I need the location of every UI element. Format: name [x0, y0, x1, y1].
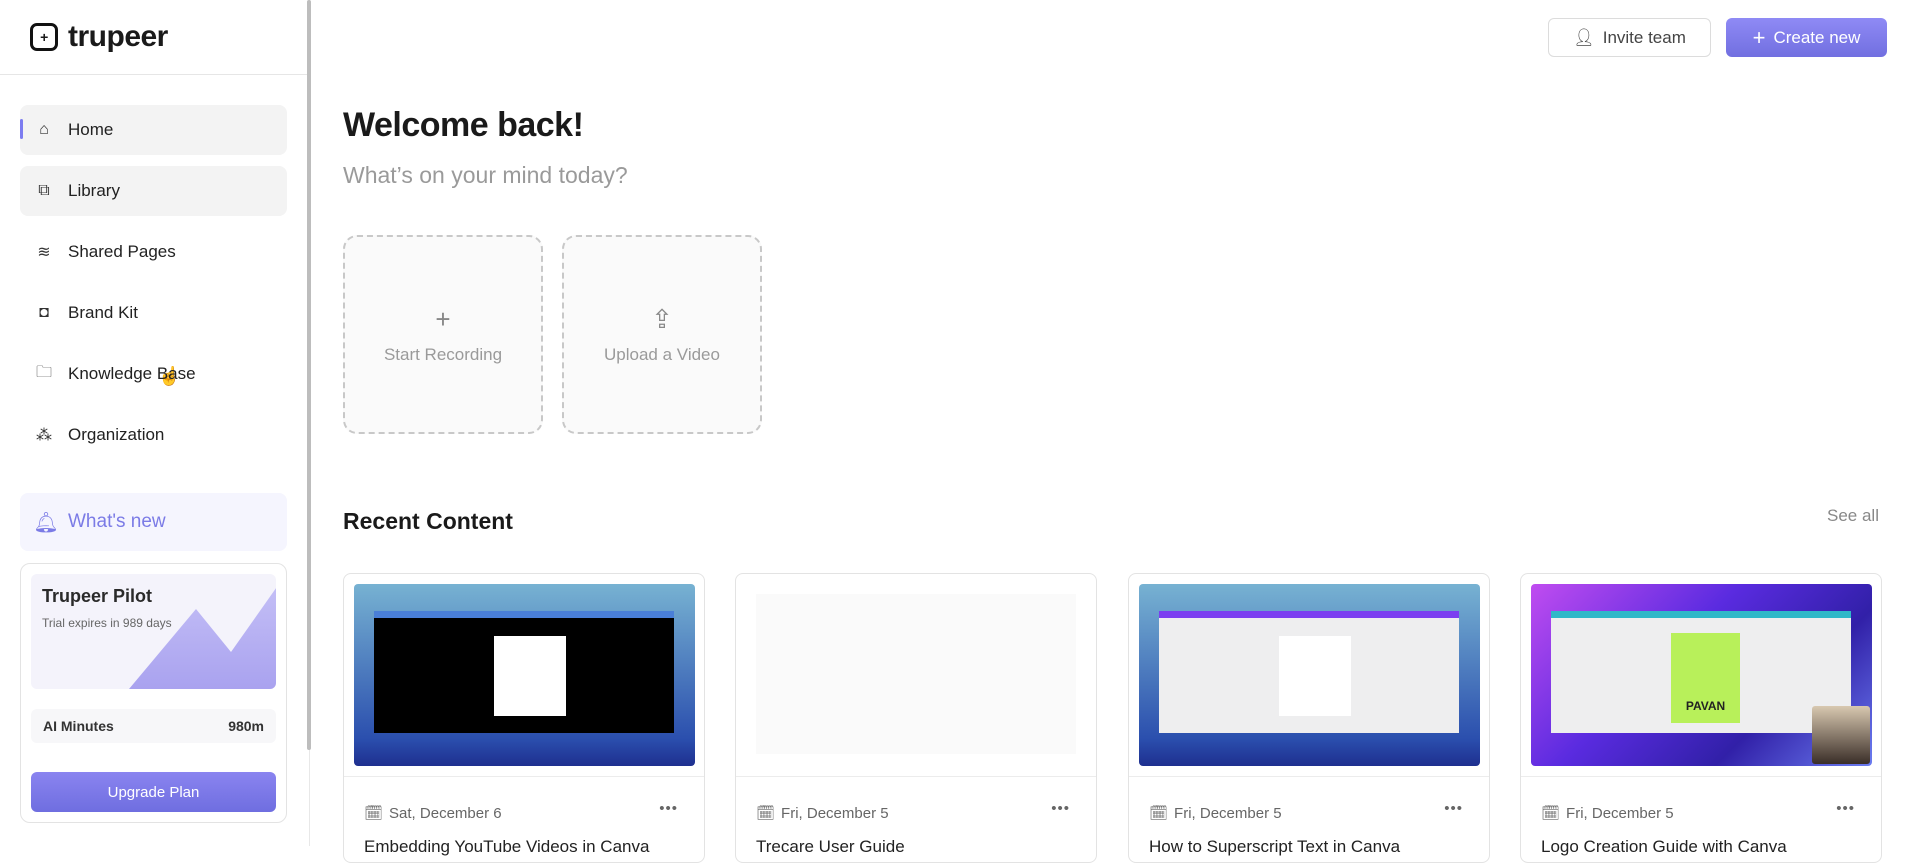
create-new-button[interactable]: + Create new [1726, 18, 1887, 57]
presenter-video [1812, 706, 1870, 764]
value: 980m [228, 718, 264, 734]
divider [736, 776, 1096, 777]
ai-minutes: AI Minutes 980m [31, 709, 276, 743]
more-options-button[interactable]: ••• [659, 800, 678, 817]
card-title[interactable]: How to Superscript Text in Canva [1149, 837, 1400, 857]
home-icon: ⌂ [39, 121, 49, 138]
divider [0, 74, 307, 75]
label: Organization [68, 425, 165, 444]
plan-subtitle: Trial expires in 989 days [42, 616, 172, 630]
label: Brand Kit [68, 303, 138, 322]
label: AI Minutes [43, 718, 114, 734]
card-title[interactable]: Trecare User Guide [756, 837, 905, 857]
bell-icon: 🔔︎ [33, 511, 59, 534]
invite-team-button[interactable]: 👤︎ Invite team [1548, 18, 1711, 57]
calendar-icon: 🗓︎ [756, 805, 776, 822]
plus-icon: + [435, 304, 451, 334]
upload-icon: ⇪ [651, 304, 673, 334]
video-thumbnail[interactable] [1139, 584, 1480, 766]
content-card[interactable]: 🗓︎ Fri, December 5 ••• How to Superscript… [1128, 573, 1490, 863]
sidebar-item-knowledge-base[interactable]: 🗀 Knowledge Base [20, 349, 287, 399]
logo-preview: PAVAN [1671, 633, 1740, 723]
start-recording-tile[interactable]: + Start Recording [343, 235, 543, 434]
canvas-page [1279, 636, 1351, 716]
see-all-link[interactable]: See all [1827, 506, 1879, 526]
plan-hero: Trupeer Pilot Trial expires in 989 days [31, 574, 276, 689]
whats-new-button[interactable]: 🔔︎ What's new [20, 493, 287, 551]
more-options-button[interactable]: ••• [1836, 800, 1855, 817]
date-text: Sat, December 6 [389, 804, 502, 822]
upgrade-plan-button[interactable]: Upgrade Plan [31, 772, 276, 812]
brand-icon: ◘ [39, 304, 49, 321]
divider [1129, 776, 1489, 777]
screen: PAVAN [1551, 611, 1851, 733]
date-text: Fri, December 5 [1566, 804, 1674, 822]
plan-title: Trupeer Pilot [42, 586, 153, 606]
card-title[interactable]: Logo Creation Guide with Canva [1541, 837, 1787, 857]
upload-video-tile[interactable]: ⇪ Upload a Video [562, 235, 762, 434]
library-icon: ⧉ [38, 182, 50, 199]
label: Shared Pages [68, 242, 176, 261]
date-text: Fri, December 5 [781, 804, 889, 822]
card-title[interactable]: Embedding YouTube Videos in Canva [364, 837, 649, 857]
label: Start Recording [383, 345, 503, 364]
screen [374, 611, 674, 733]
plan-card: Trupeer Pilot Trial expires in 989 days … [20, 563, 287, 823]
card-date: 🗓︎ Fri, December 5 [1541, 804, 1674, 823]
sidebar-item-brand-kit[interactable]: ◘ Brand Kit [20, 288, 287, 338]
label: Upload a Video [604, 345, 720, 364]
label: Create new [1773, 27, 1861, 47]
label: Invite team [1602, 27, 1686, 47]
people-icon: ⁂ [36, 427, 52, 444]
content-card[interactable]: 🗓︎ Sat, December 6 ••• Embedding YouTube … [343, 573, 705, 863]
card-date: 🗓︎ Fri, December 5 [1149, 804, 1282, 823]
divider [344, 776, 704, 777]
layers-icon: ≋ [37, 244, 51, 261]
sidebar-item-library[interactable]: ⧉ Library ☝ [20, 166, 287, 386]
more-options-button[interactable]: ••• [1444, 800, 1463, 817]
sidebar: + trupeer ⌂ Home ⧉ Library ☝ ≋ Shared Pages ◘… [0, 0, 311, 846]
calendar-icon: 🗓︎ [1149, 805, 1169, 822]
sidebar-item-organization[interactable]: ⁂ Organization [20, 410, 287, 460]
label: What's new [68, 511, 166, 532]
sidebar-nav: ⌂ Home ⧉ Library ☝ ≋ Shared Pages ◘ Brand Kit… [20, 105, 287, 471]
section-title: Recent Content [343, 508, 513, 534]
logo[interactable]: + trupeer [30, 20, 168, 54]
page-title: Welcome back! [343, 106, 584, 144]
label: Home [68, 120, 114, 139]
sidebar-item-home[interactable]: ⌂ Home [20, 105, 287, 155]
video-thumbnail[interactable] [354, 584, 695, 766]
logo-icon: + [30, 23, 58, 51]
label: Knowledge Base [68, 364, 196, 383]
screen [1159, 611, 1459, 733]
date-text: Fri, December 5 [1174, 804, 1282, 822]
screen [756, 594, 1076, 754]
page-subtitle: What’s on your mind today? [343, 162, 628, 188]
content-card[interactable]: PAVAN 🗓︎ Fri, December 5 ••• Logo Creatio… [1520, 573, 1882, 863]
plus-icon: + [1752, 24, 1766, 50]
folder-icon: 🗀 [35, 363, 52, 381]
canvas-page [494, 636, 566, 716]
sidebar-item-shared-pages[interactable]: ≋ Shared Pages [20, 227, 287, 277]
calendar-icon: 🗓︎ [364, 805, 384, 822]
card-date: 🗓︎ Fri, December 5 [756, 804, 889, 823]
card-date: 🗓︎ Sat, December 6 [364, 804, 502, 823]
user-icon: 👤︎ [1573, 27, 1595, 47]
divider [1521, 776, 1881, 777]
video-thumbnail[interactable] [746, 584, 1087, 766]
calendar-icon: 🗓︎ [1541, 805, 1561, 822]
label: Library [68, 181, 120, 200]
content-card[interactable]: 🗓︎ Fri, December 5 ••• Trecare User Guide [735, 573, 1097, 863]
scrollbar[interactable] [307, 0, 311, 750]
video-thumbnail[interactable]: PAVAN [1531, 584, 1872, 766]
more-options-button[interactable]: ••• [1051, 800, 1070, 817]
logo-text: trupeer [68, 20, 168, 53]
